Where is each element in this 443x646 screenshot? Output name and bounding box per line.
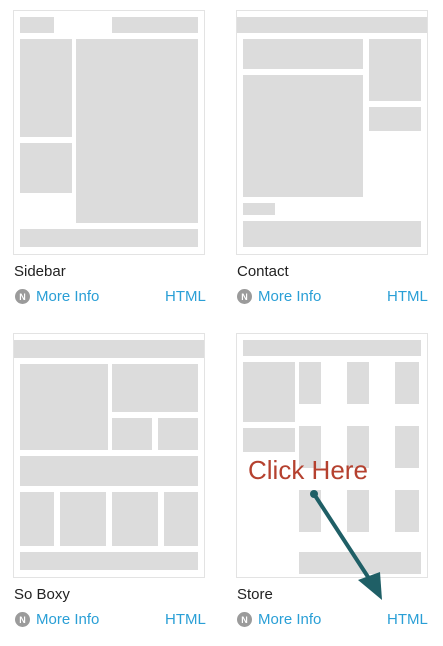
more-info-label: More Info: [258, 611, 322, 628]
placeholder-block: [243, 340, 421, 356]
placeholder-block: [164, 492, 198, 546]
placeholder-block: [20, 492, 54, 546]
placeholder-block: [20, 456, 198, 486]
placeholder-block: [243, 362, 295, 422]
placeholder-block: [237, 17, 427, 33]
placeholder-block: [158, 418, 198, 450]
placeholder-block: [20, 552, 198, 570]
placeholder-block: [369, 39, 421, 101]
arrow-icon: [310, 490, 382, 600]
more-info-label: More Info: [258, 288, 322, 305]
placeholder-block: [20, 143, 72, 193]
more-info-link[interactable]: N More Info: [237, 288, 321, 305]
more-info-label: More Info: [36, 288, 100, 305]
html-link[interactable]: HTML: [387, 611, 428, 628]
template-title: Contact: [237, 263, 289, 280]
html-link[interactable]: HTML: [387, 288, 428, 305]
n-badge-icon: N: [15, 289, 30, 304]
template-thumbnail-so-boxy[interactable]: [13, 333, 205, 578]
template-title: Sidebar: [14, 263, 66, 280]
placeholder-block: [112, 364, 198, 412]
placeholder-block: [112, 17, 198, 33]
placeholder-block: [112, 418, 152, 450]
n-badge-icon: N: [15, 612, 30, 627]
template-title: Store: [237, 586, 273, 603]
placeholder-block: [60, 492, 106, 546]
template-thumbnail-contact[interactable]: [236, 10, 428, 255]
n-badge-icon: N: [237, 612, 252, 627]
more-info-link[interactable]: N More Info: [15, 288, 99, 305]
placeholder-block: [347, 362, 369, 404]
n-badge-icon: N: [237, 289, 252, 304]
more-info-label: More Info: [36, 611, 100, 628]
template-thumbnail-sidebar[interactable]: [13, 10, 205, 255]
placeholder-block: [243, 75, 363, 197]
placeholder-block: [112, 492, 158, 546]
placeholder-block: [243, 39, 363, 69]
placeholder-block: [20, 229, 198, 247]
more-info-link[interactable]: N More Info: [237, 611, 321, 628]
placeholder-block: [243, 203, 275, 215]
placeholder-block: [20, 39, 72, 137]
placeholder-block: [20, 364, 108, 450]
placeholder-block: [299, 362, 321, 404]
more-info-link[interactable]: N More Info: [15, 611, 99, 628]
placeholder-block: [395, 426, 419, 468]
placeholder-block: [395, 362, 419, 404]
placeholder-block: [243, 428, 295, 452]
template-title: So Boxy: [14, 586, 70, 603]
html-link[interactable]: HTML: [165, 611, 206, 628]
placeholder-block: [20, 17, 54, 33]
html-link[interactable]: HTML: [165, 288, 206, 305]
placeholder-block: [243, 221, 421, 247]
placeholder-block: [369, 107, 421, 131]
placeholder-block: [14, 340, 204, 358]
placeholder-block: [76, 39, 198, 223]
